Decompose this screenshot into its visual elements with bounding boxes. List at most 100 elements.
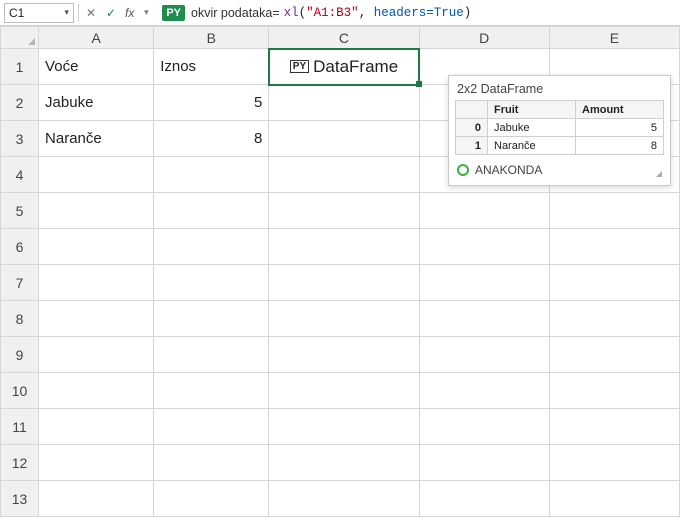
cell-c3[interactable]: [269, 121, 419, 157]
cell[interactable]: [269, 373, 419, 409]
formula-input[interactable]: okvir podataka= xl("A1:B3", headers=True…: [189, 6, 676, 20]
row-header-5[interactable]: 5: [1, 193, 39, 229]
table-row: 1 Naranče 8: [456, 137, 664, 155]
row-header-11[interactable]: 11: [1, 409, 39, 445]
column-header-b[interactable]: B: [154, 27, 269, 49]
cell[interactable]: [269, 229, 419, 265]
resize-handle-icon[interactable]: [656, 171, 662, 177]
cell[interactable]: [549, 337, 679, 373]
cell[interactable]: [39, 409, 154, 445]
cell-b2[interactable]: 5: [154, 85, 269, 121]
preview-header-fruit: Fruit: [488, 101, 576, 119]
accept-icon[interactable]: ✓: [103, 5, 119, 21]
cell[interactable]: [549, 373, 679, 409]
cell[interactable]: [39, 373, 154, 409]
chevron-down-icon: ▾: [64, 7, 69, 18]
cell[interactable]: [269, 481, 419, 517]
formula-fn: xl: [284, 6, 299, 20]
cell[interactable]: [549, 301, 679, 337]
cell[interactable]: [419, 193, 549, 229]
tooltip-title: 2x2 DataFrame: [449, 76, 670, 100]
column-header-c[interactable]: C: [269, 27, 419, 49]
column-header-e[interactable]: E: [549, 27, 679, 49]
column-header-d[interactable]: D: [419, 27, 549, 49]
cell[interactable]: [269, 265, 419, 301]
cell[interactable]: [549, 265, 679, 301]
cell[interactable]: [154, 265, 269, 301]
preview-header-index: [456, 101, 488, 119]
cell[interactable]: [154, 193, 269, 229]
cell[interactable]: [269, 445, 419, 481]
select-all-corner[interactable]: [1, 27, 39, 49]
cell[interactable]: [269, 337, 419, 373]
cell-c1-selected[interactable]: PY DataFrame: [269, 49, 419, 85]
cell[interactable]: [549, 193, 679, 229]
cell[interactable]: [269, 301, 419, 337]
cell[interactable]: [269, 409, 419, 445]
cell-a3[interactable]: Naranče: [39, 121, 154, 157]
cell[interactable]: [39, 445, 154, 481]
fx-icon[interactable]: fx: [125, 6, 134, 20]
cell[interactable]: [39, 229, 154, 265]
cell-b1[interactable]: Iznos: [154, 49, 269, 85]
cell[interactable]: [39, 481, 154, 517]
column-header-a[interactable]: A: [39, 27, 154, 49]
cell[interactable]: [419, 373, 549, 409]
cell[interactable]: [154, 481, 269, 517]
cell[interactable]: [419, 409, 549, 445]
cell[interactable]: [549, 409, 679, 445]
preview-fruit: Jabuke: [488, 119, 576, 137]
cell[interactable]: [39, 301, 154, 337]
cell[interactable]: [549, 445, 679, 481]
cell[interactable]: [419, 481, 549, 517]
cell[interactable]: [419, 337, 549, 373]
formula-label: okvir podataka=: [191, 6, 280, 20]
row-header-4[interactable]: 4: [1, 157, 39, 193]
row-header-2[interactable]: 2: [1, 85, 39, 121]
row-header-3[interactable]: 3: [1, 121, 39, 157]
cell[interactable]: [419, 229, 549, 265]
cell[interactable]: [154, 445, 269, 481]
cell[interactable]: [154, 409, 269, 445]
formula-bar: C1 ▾ ✕ ✓ fx ▾ PY okvir podataka= xl("A1:…: [0, 0, 680, 26]
cell[interactable]: [549, 481, 679, 517]
cell[interactable]: [269, 157, 419, 193]
preview-amount: 8: [576, 137, 664, 155]
chevron-down-icon[interactable]: ▾: [138, 5, 154, 21]
row-header-9[interactable]: 9: [1, 337, 39, 373]
formula-arg-string: "A1:B3": [306, 6, 359, 20]
cell[interactable]: [39, 337, 154, 373]
cell-b3[interactable]: 8: [154, 121, 269, 157]
cell[interactable]: [154, 157, 269, 193]
row-header-1[interactable]: 1: [1, 49, 39, 85]
formula-kwarg: headers=True: [374, 6, 464, 20]
cell[interactable]: [154, 229, 269, 265]
spreadsheet-grid[interactable]: A B C D E 1 Voće Iznos PY DataFrame: [0, 26, 680, 524]
cell[interactable]: [39, 265, 154, 301]
table-row: 0 Jabuke 5: [456, 119, 664, 137]
cell[interactable]: [419, 265, 549, 301]
row-header-6[interactable]: 6: [1, 229, 39, 265]
cell[interactable]: [154, 337, 269, 373]
cell-c2[interactable]: [269, 85, 419, 121]
cell[interactable]: [419, 445, 549, 481]
fill-handle[interactable]: [416, 81, 422, 87]
cell[interactable]: [39, 157, 154, 193]
cell[interactable]: [549, 229, 679, 265]
row-header-8[interactable]: 8: [1, 301, 39, 337]
cell[interactable]: [39, 193, 154, 229]
cell[interactable]: [269, 193, 419, 229]
cancel-icon[interactable]: ✕: [83, 5, 99, 21]
dataframe-preview-tooltip: 2x2 DataFrame Fruit Amount 0 Jabuke 5 1 …: [448, 75, 671, 186]
name-box[interactable]: C1 ▾: [4, 3, 74, 23]
row-header-12[interactable]: 12: [1, 445, 39, 481]
row-header-13[interactable]: 13: [1, 481, 39, 517]
cell-a1[interactable]: Voće: [39, 49, 154, 85]
row-header-10[interactable]: 10: [1, 373, 39, 409]
divider: [78, 4, 79, 22]
cell[interactable]: [154, 373, 269, 409]
cell[interactable]: [154, 301, 269, 337]
cell-a2[interactable]: Jabuke: [39, 85, 154, 121]
row-header-7[interactable]: 7: [1, 265, 39, 301]
cell[interactable]: [419, 301, 549, 337]
